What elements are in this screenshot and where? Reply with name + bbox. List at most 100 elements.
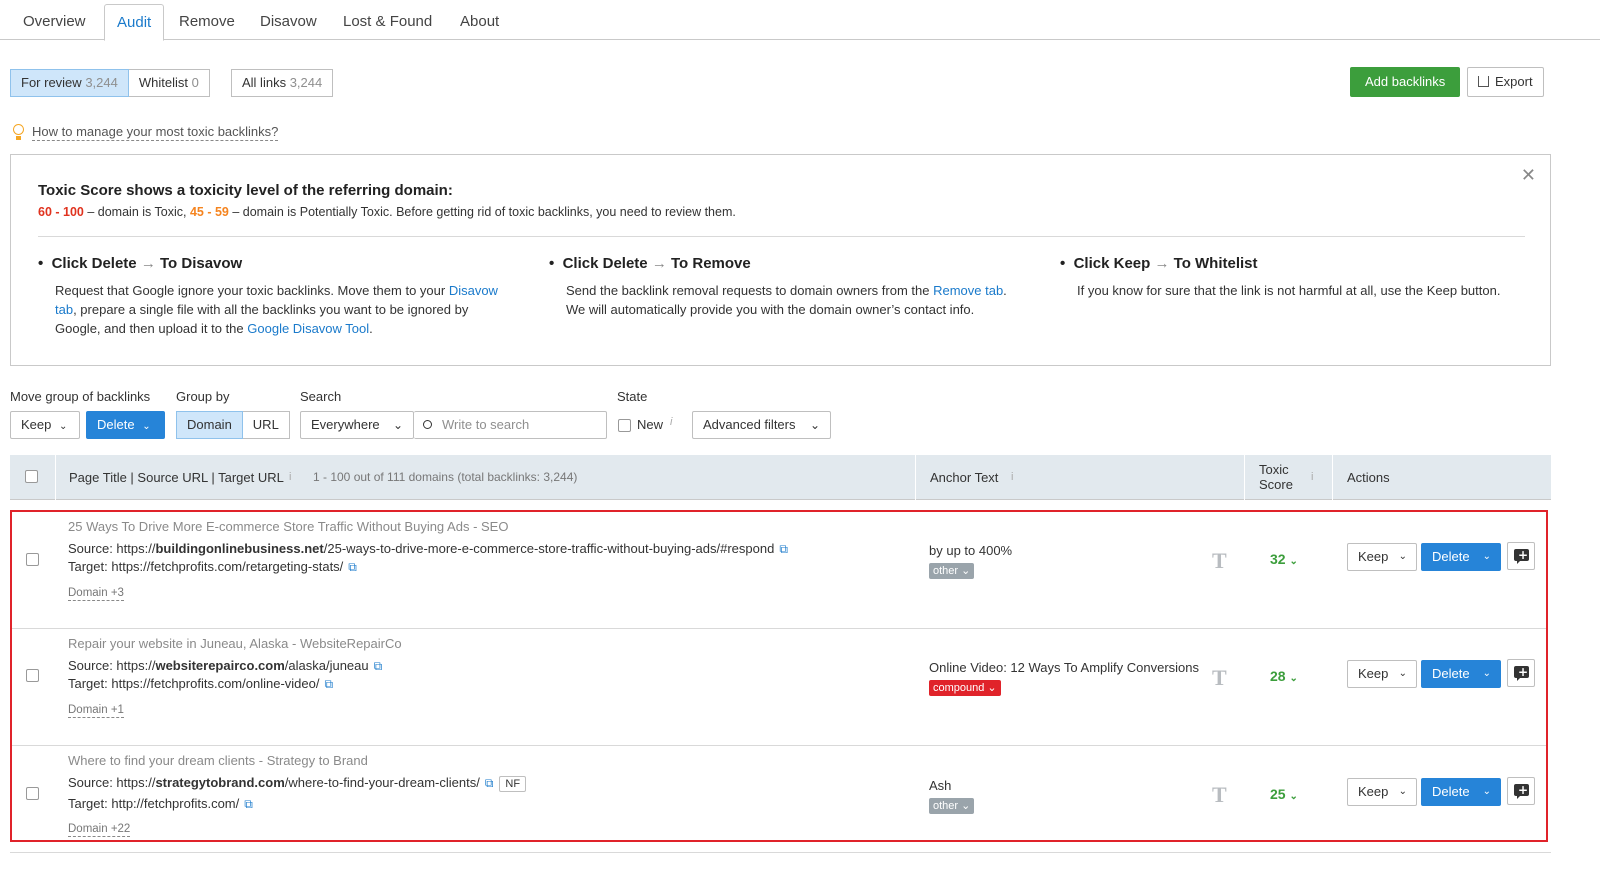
comment-icon[interactable]: + xyxy=(1507,542,1535,570)
page-title: Repair your website in Juneau, Alaska - … xyxy=(68,636,402,651)
info-icon: i xyxy=(670,416,673,428)
advanced-filters-label: Advanced filters xyxy=(703,417,796,432)
target-link[interactable]: https://fetchprofits.com/retargeting-sta… xyxy=(111,559,343,574)
move-group-label: Move group of backlinks xyxy=(10,389,151,404)
external-link-icon[interactable]: ⧉ xyxy=(485,776,494,790)
column-actions: Actions xyxy=(1347,470,1390,485)
all-links-label: All links xyxy=(242,75,287,90)
whitelist-count: 0 xyxy=(191,75,199,90)
text-link-icon: T xyxy=(1212,548,1227,573)
info-icon: i xyxy=(289,471,292,483)
search-scope-dropdown[interactable]: Everywhere ⌄ xyxy=(300,411,414,439)
backlinks-table-body: 25 Ways To Drive More E-commerce Store T… xyxy=(10,510,1548,842)
keep-button[interactable]: Keep ⌄ xyxy=(1347,543,1417,571)
external-link-icon[interactable]: ⧉ xyxy=(324,677,333,691)
chevron-down-icon: ⌄ xyxy=(392,418,403,432)
delete-group-dropdown[interactable]: Delete ⌄ xyxy=(86,411,165,439)
tab-disavow[interactable]: Disavow xyxy=(248,4,329,40)
row-checkbox[interactable] xyxy=(26,553,39,566)
toxic-range-text: – domain is Toxic, xyxy=(83,205,190,219)
delete-button[interactable]: Delete ⌄ xyxy=(1421,660,1501,688)
keep-group-dropdown[interactable]: Keep ⌄ xyxy=(10,411,80,439)
chevron-down-icon: ⌄ xyxy=(59,421,68,432)
tab-lost-found[interactable]: Lost & Found xyxy=(331,4,444,40)
disavow-heading: • Click Delete → To Disavow xyxy=(38,255,243,272)
external-link-icon[interactable]: ⧉ xyxy=(244,797,253,811)
row-checkbox[interactable] xyxy=(26,787,39,800)
add-backlinks-button[interactable]: Add backlinks xyxy=(1350,67,1461,97)
external-link-icon[interactable]: ⧉ xyxy=(348,560,357,574)
group-domain-button[interactable]: Domain xyxy=(176,411,243,439)
table-header: Page Title | Source URL | Target URL i 1… xyxy=(10,455,1551,500)
target-url: Target: https://fetchprofits.com/online-… xyxy=(68,676,334,691)
chevron-down-icon: ⌄ xyxy=(809,418,820,432)
anchor-type-tag[interactable]: other ⌄ xyxy=(929,798,975,814)
potential-range-text: – domain is Potentially Toxic. Before ge… xyxy=(228,205,736,219)
group-url-button[interactable]: URL xyxy=(242,411,290,439)
domain-more-link[interactable]: Domain +1 xyxy=(68,703,124,718)
comment-icon[interactable]: + xyxy=(1507,659,1535,687)
top-tabs: Overview Audit Remove Disavow Lost & Fou… xyxy=(0,0,1600,41)
for-review-label: For review xyxy=(21,75,82,90)
source-link[interactable]: https://websiterepairco.com/alaska/junea… xyxy=(116,658,368,673)
comment-icon[interactable]: + xyxy=(1507,777,1535,805)
row-checkbox[interactable] xyxy=(26,669,39,682)
disavow-text: Request that Google ignore your toxic ba… xyxy=(55,283,498,336)
whitelist-label: Whitelist xyxy=(138,75,188,90)
target-link[interactable]: https://fetchprofits.com/online-video/ xyxy=(111,676,319,691)
delete-button[interactable]: Delete ⌄ xyxy=(1421,778,1501,806)
group-by-label: Group by xyxy=(176,389,230,404)
review-filter: For review 3,244 Whitelist 0 xyxy=(10,69,210,97)
anchor-text: Ash xyxy=(929,778,952,793)
column-toxic-score[interactable]: Toxic Score xyxy=(1259,462,1293,492)
tab-overview[interactable]: Overview xyxy=(11,4,98,40)
source-link[interactable]: https://buildingonlinebusiness.net/25-wa… xyxy=(116,541,774,556)
table-row: Repair your website in Juneau, Alaska - … xyxy=(12,629,1546,746)
info-icon: i xyxy=(1011,471,1014,483)
search-input[interactable]: Write to search xyxy=(414,411,607,439)
whitelist-heading: • Click Keep → To Whitelist xyxy=(1060,255,1258,272)
tab-about[interactable]: About xyxy=(448,4,511,40)
table-row: Where to find your dream clients - Strat… xyxy=(12,746,1546,863)
search-placeholder: Write to search xyxy=(442,417,530,432)
external-link-icon[interactable]: ⧉ xyxy=(374,659,383,673)
target-url: Target: https://fetchprofits.com/retarge… xyxy=(68,559,357,574)
keep-button[interactable]: Keep ⌄ xyxy=(1347,778,1417,806)
delete-button[interactable]: Delete ⌄ xyxy=(1421,543,1501,571)
external-link-icon[interactable]: ⧉ xyxy=(779,542,788,556)
close-icon[interactable]: ✕ xyxy=(1521,165,1536,186)
divider xyxy=(55,455,56,500)
whitelist-button[interactable]: Whitelist 0 xyxy=(128,69,210,97)
tab-audit[interactable]: Audit xyxy=(104,4,165,41)
whitelist-text: If you know for sure that the link is no… xyxy=(1077,283,1501,298)
select-all-checkbox[interactable] xyxy=(25,470,38,483)
anchor-text: Online Video: 12 Ways To Amplify Convers… xyxy=(929,660,1200,675)
toxic-score[interactable]: 28 ⌄ xyxy=(1270,668,1298,684)
tab-remove[interactable]: Remove xyxy=(167,4,247,40)
for-review-button[interactable]: For review 3,244 xyxy=(10,69,129,97)
divider xyxy=(1244,455,1245,500)
advanced-filters-dropdown[interactable]: Advanced filters ⌄ xyxy=(692,411,831,439)
anchor-type-tag[interactable]: compound ⌄ xyxy=(929,680,1001,696)
toxic-score[interactable]: 32 ⌄ xyxy=(1270,551,1298,567)
new-checkbox[interactable] xyxy=(618,419,631,432)
toxic-score[interactable]: 25 ⌄ xyxy=(1270,786,1298,802)
anchor-type-tag[interactable]: other ⌄ xyxy=(929,563,975,579)
all-links-button[interactable]: All links 3,244 xyxy=(231,69,334,97)
target-link[interactable]: http://fetchprofits.com/ xyxy=(111,796,239,811)
keep-button[interactable]: Keep ⌄ xyxy=(1347,660,1417,688)
domain-more-link[interactable]: Domain +22 xyxy=(68,822,131,837)
column-page-title[interactable]: Page Title | Source URL | Target URL xyxy=(69,455,284,500)
target-url: Target: http://fetchprofits.com/⧉ xyxy=(68,796,253,811)
potential-range: 45 - 59 xyxy=(189,205,229,219)
export-button[interactable]: Export xyxy=(1467,67,1544,97)
toxic-help-link[interactable]: How to manage your most toxic backlinks? xyxy=(32,124,279,141)
anchor-text: by up to 400% xyxy=(929,543,1013,558)
google-disavow-tool-link[interactable]: Google Disavow Tool xyxy=(247,321,369,336)
column-anchor-text[interactable]: Anchor Text xyxy=(930,455,998,500)
remove-tab-link[interactable]: Remove tab xyxy=(933,283,1003,298)
text-link-icon: T xyxy=(1212,665,1227,690)
domain-more-link[interactable]: Domain +3 xyxy=(68,586,124,601)
chevron-down-icon: ⌄ xyxy=(142,421,151,432)
source-link[interactable]: https://strategytobrand.com/where-to-fin… xyxy=(116,775,479,790)
